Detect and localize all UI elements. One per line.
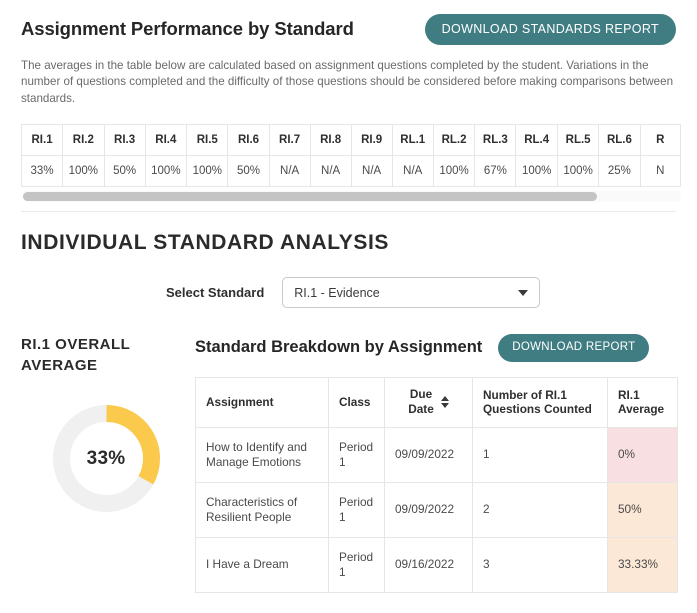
overall-average-panel: RI.1 OVERALL AVERAGE 33% (21, 334, 191, 515)
analysis-body: RI.1 OVERALL AVERAGE 33% Standard Breakd… (21, 334, 678, 593)
cell-class: Period 1 (328, 536, 385, 593)
cell-questions-counted: 1 (472, 426, 608, 483)
due-date-label: Due Date (408, 387, 434, 417)
chevron-down-icon (518, 289, 529, 296)
table-row: How to Identify and Manage Emotions Perio… (195, 426, 678, 483)
sort-toggle-icon[interactable] (440, 396, 449, 408)
standards-header-row: RI.1 RI.2 RI.3 RI.4 RI.5 RI.6 RI.7 RI.8 RI.9 RL.1… (21, 124, 681, 156)
cell-questions-counted: 2 (472, 481, 608, 538)
select-standard-label: Select Standard (166, 285, 265, 300)
individual-standard-analysis-section: INDIVIDUAL STANDARD ANALYSIS Select Stan… (0, 231, 697, 593)
standard-average-cell: N/A (268, 155, 311, 187)
due-date-line1: Due (409, 387, 433, 401)
standards-value-row: 33% 100% 50% 100% 100% 50% N/A N/A N/A N/A 100% 67%… (21, 155, 681, 187)
sort-descending-arrow (440, 403, 449, 408)
table-row: I Have a Dream Period 1 09/16/2022 3 33.33% (195, 536, 678, 593)
standard-column-header: RL.2 (432, 124, 476, 156)
table-row: Characteristics of Resilient People Perio… (195, 481, 678, 538)
standard-column-header: RL.6 (598, 124, 641, 156)
page-title: Assignment Performance by Standard (21, 18, 354, 40)
section-divider (21, 211, 676, 212)
breakdown-title: Standard Breakdown by Assignment (195, 338, 483, 357)
cell-questions-counted: 3 (472, 536, 608, 593)
standard-average-cell: 100% (515, 155, 558, 187)
standard-column-header: RI.6 (227, 124, 270, 156)
standard-column-header: RI.7 (268, 124, 311, 156)
breakdown-panel: Standard Breakdown by Assignment DOWNLOA… (191, 334, 678, 593)
assignment-performance-section: Assignment Performance by Standard DOWNL… (0, 0, 697, 202)
standard-column-header: RL.1 (391, 124, 434, 156)
questions-line2: Questions Counted (483, 402, 592, 416)
cell-assignment: How to Identify and Manage Emotions (195, 426, 329, 483)
cell-average: 33.33% (607, 536, 678, 593)
download-standards-report-button[interactable]: DOWNLOAD STANDARDS REPORT (424, 14, 676, 45)
cell-average: 0% (607, 426, 678, 483)
standard-average-cell: 100% (186, 155, 229, 187)
standard-average-cell: N (639, 155, 681, 187)
column-header-class: Class (328, 376, 385, 428)
average-line2: Average (618, 402, 665, 416)
breakdown-body: How to Identify and Manage Emotions Perio… (195, 426, 678, 593)
cell-due-date: 09/09/2022 (384, 481, 473, 538)
breakdown-header-row: Assignment Class Due Date Number of RI.1… (195, 376, 678, 428)
standard-column-header: RI.5 (186, 124, 229, 156)
standard-average-cell: 50% (227, 155, 270, 187)
column-header-assignment: Assignment (195, 376, 329, 428)
cell-due-date: 09/16/2022 (384, 536, 473, 593)
standard-column-header: RI.8 (309, 124, 352, 156)
analysis-heading: INDIVIDUAL STANDARD ANALYSIS (21, 231, 389, 254)
standard-average-cell: 33% (21, 155, 64, 187)
standard-average-cell: N/A (309, 155, 352, 187)
standards-strip-scroll-region[interactable]: RI.1 RI.2 RI.3 RI.4 RI.5 RI.6 RI.7 RI.8 RI.9 RL.1… (21, 124, 681, 187)
standard-selector-row: Select Standard RI.1 - Evidence (21, 277, 676, 308)
performance-header: Assignment Performance by Standard DOWNL… (21, 14, 676, 45)
donut-center-label: 33% (86, 447, 126, 469)
questions-line1: Number of RI.1 (483, 388, 567, 402)
donut-chart-container: 33% (21, 402, 191, 515)
overall-average-donut-chart: 33% (50, 402, 163, 515)
breakdown-header: Standard Breakdown by Assignment DOWNLOA… (195, 334, 676, 362)
standard-average-cell: 25% (598, 155, 641, 187)
standard-average-cell: N/A (350, 155, 393, 187)
cell-class: Period 1 (328, 481, 385, 538)
standard-column-header: R (639, 124, 681, 156)
overall-average-title: RI.1 OVERALL AVERAGE (21, 336, 131, 374)
standard-column-header: RI.3 (103, 124, 146, 156)
standard-column-header: RL.3 (474, 124, 517, 156)
standard-average-cell: 100% (62, 155, 105, 187)
scrollbar-thumb[interactable] (23, 192, 597, 201)
standards-summary-table: RI.1 RI.2 RI.3 RI.4 RI.5 RI.6 RI.7 RI.8 RI.9 RL.1… (21, 124, 681, 187)
column-header-due-date[interactable]: Due Date (384, 376, 473, 428)
column-header-questions-counted: Number of RI.1 Questions Counted (472, 376, 608, 428)
standard-average-cell: N/A (391, 155, 434, 187)
standard-column-header: RL.4 (515, 124, 558, 156)
standard-column-header: RI.1 (21, 124, 64, 156)
standard-column-header: RL.5 (556, 124, 600, 156)
cell-average: 50% (607, 481, 678, 538)
selected-standard-value: RI.1 - Evidence (294, 285, 380, 300)
standard-column-header: RI.2 (62, 124, 105, 156)
standard-average-cell: 50% (103, 155, 146, 187)
cell-class: Period 1 (328, 426, 385, 483)
standard-average-cell: 100% (432, 155, 476, 187)
standard-average-cell: 100% (144, 155, 188, 187)
due-date-line2: Date (408, 402, 434, 416)
standard-breakdown-table: Assignment Class Due Date Number of RI.1… (195, 376, 678, 593)
select-standard-dropdown[interactable]: RI.1 - Evidence (282, 277, 541, 308)
standard-average-cell: 100% (556, 155, 600, 187)
average-line1: RI.1 (618, 388, 640, 402)
cell-assignment: I Have a Dream (195, 536, 329, 593)
performance-description: The averages in the table below are calc… (21, 58, 674, 105)
standard-column-header: RI.9 (350, 124, 393, 156)
standard-column-header: RI.4 (144, 124, 188, 156)
horizontal-scrollbar[interactable] (21, 191, 681, 202)
download-report-button[interactable]: DOWNLOAD REPORT (498, 334, 650, 362)
sort-ascending-arrow (440, 396, 449, 401)
standard-average-cell: 67% (474, 155, 517, 187)
cell-assignment: Characteristics of Resilient People (195, 481, 329, 538)
column-header-average: RI.1 Average (607, 376, 678, 428)
cell-due-date: 09/09/2022 (384, 426, 473, 483)
